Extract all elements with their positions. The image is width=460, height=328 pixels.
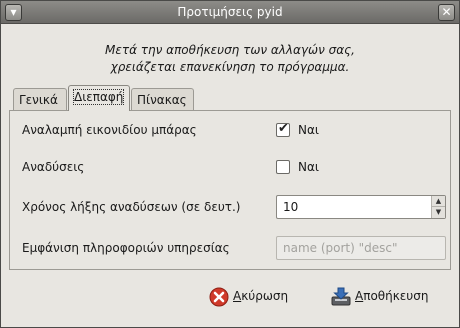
window-title: Προτιμήσεις pyid <box>177 5 283 19</box>
tab-general-label: Γενικά <box>19 93 58 107</box>
popup-timeout-spinbox[interactable]: 10 ▲ ▼ <box>276 195 446 219</box>
restart-notice-line1: Μετά την αποθήκευση των αλλαγών σας, <box>105 43 355 57</box>
popups-option[interactable]: Ναι <box>298 160 319 174</box>
save-button-label: Αποθήκευση <box>355 289 429 303</box>
tab-interface-label: Διεπαφή <box>72 89 125 105</box>
cancel-icon <box>209 287 229 307</box>
save-icon <box>331 287 351 306</box>
tab-table-label: Πίνακας <box>137 93 187 107</box>
tab-general[interactable]: Γενικά <box>13 88 67 110</box>
spin-buttons: ▲ ▼ <box>431 196 445 218</box>
save-button[interactable]: Αποθήκευση <box>331 283 451 311</box>
tray-icon-blink-checkbox[interactable]: ✔ <box>276 121 290 137</box>
service-info-label: Εμφάνιση πληροφοριών υπηρεσίας <box>22 241 230 255</box>
spin-up-button[interactable]: ▲ <box>432 196 445 207</box>
checkmark-icon: ✔ <box>278 121 289 136</box>
interface-settings-panel: Αναλαμπή εικονιδίου μπάρας ✔ Ναι Αναδύσε… <box>9 110 451 270</box>
preferences-window: ▾ Προτιμήσεις pyid ✕ Μετά την αποθήκευση… <box>0 0 460 328</box>
tray-icon-blink-option[interactable]: Ναι <box>298 123 319 137</box>
popup-timeout-value: 10 <box>283 200 299 214</box>
service-info-field[interactable]: name (port) "desc" <box>276 236 446 260</box>
cancel-button[interactable]: Ακύρωση <box>209 283 309 311</box>
tab-table[interactable]: Πίνακας <box>131 88 194 110</box>
cancel-button-label: Ακύρωση <box>233 289 289 303</box>
tab-interface[interactable]: Διεπαφή <box>68 85 130 111</box>
spin-down-button[interactable]: ▼ <box>432 207 445 218</box>
service-info-placeholder: name (port) "desc" <box>283 241 398 255</box>
popups-checkbox[interactable] <box>276 160 290 174</box>
close-icon: ✕ <box>441 5 452 19</box>
popups-label: Αναδύσεις <box>22 160 85 174</box>
close-button[interactable]: ✕ <box>438 4 455 21</box>
restart-notice-line2: χρειάζεται επανεκίνηση το πρόγραμμα. <box>110 60 350 74</box>
popup-timeout-label: Χρόνος λήξης αναδύσεων (σε δευτ.) <box>22 200 241 214</box>
tray-icon-blink-label: Αναλαμπή εικονιδίου μπάρας <box>22 123 197 137</box>
title-bar[interactable]: ▾ Προτιμήσεις pyid ✕ <box>1 1 459 24</box>
